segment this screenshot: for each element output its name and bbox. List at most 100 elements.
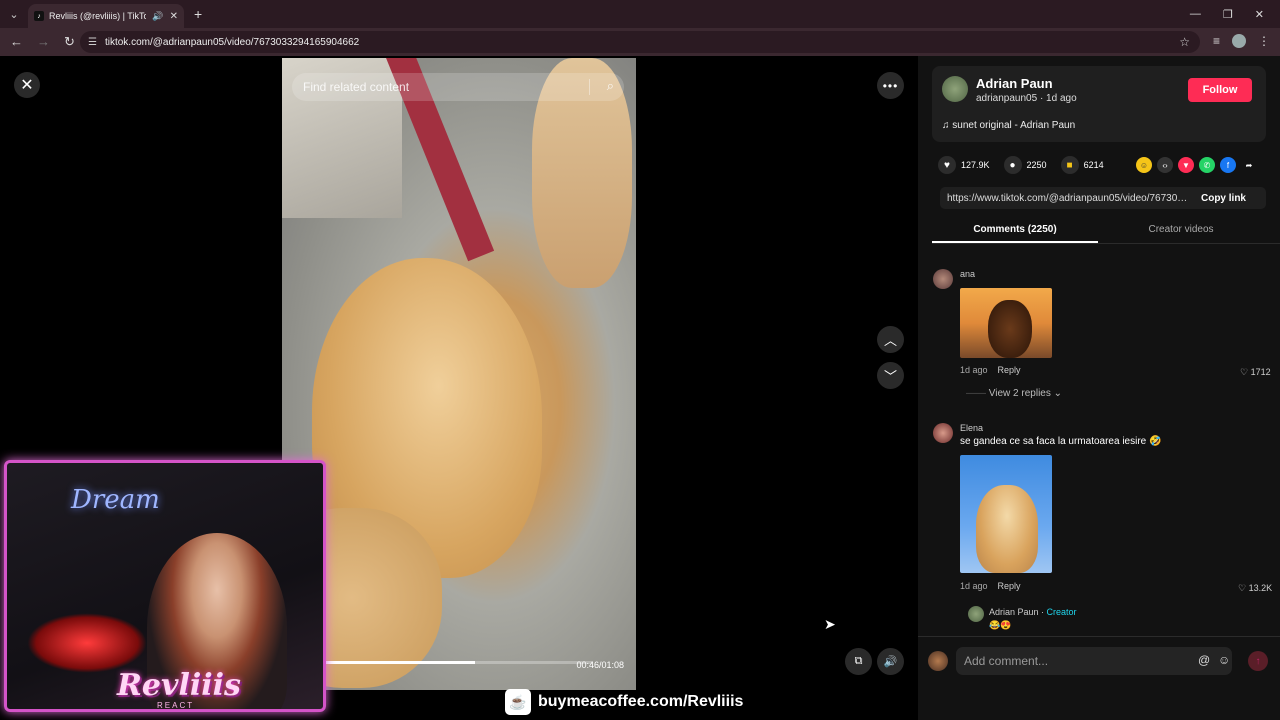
embed-icon[interactable]: ‹› — [1157, 157, 1173, 173]
repost-icon[interactable]: ☺ — [1136, 157, 1152, 173]
user-avatar[interactable] — [928, 651, 948, 671]
more-icon: ••• — [882, 78, 899, 93]
minimize-icon[interactable]: — — [1190, 8, 1201, 21]
share-icons: ☺ ‹› ▼ ✆ f ➦ — [1136, 157, 1257, 173]
nav-buttons: ← → ↻ — [0, 34, 80, 50]
comment-like[interactable]: ♡ 1712 — [1240, 367, 1271, 378]
comment-input[interactable]: Add comment... — [956, 647, 1232, 675]
new-tab-icon[interactable]: + — [194, 6, 202, 22]
banner-text: buymeacoffee.com/Revliiis — [538, 693, 744, 710]
details-panel: Adrian Paun adrianpaun05 · 1d ago Follow… — [918, 56, 1280, 720]
view-replies-label: View 2 replies — [988, 388, 1051, 399]
search-icon[interactable]: ⌕ — [607, 78, 614, 94]
comment-stat[interactable]: ● 2250 — [1003, 156, 1047, 174]
volume-icon: 🔊 — [883, 656, 898, 668]
comment-like-count: 13.2K — [1248, 583, 1273, 593]
comment-image-dog — [988, 300, 1032, 358]
more-options-button[interactable]: ••• — [877, 72, 904, 99]
microphone-light — [27, 613, 147, 673]
address-bar-row: ← → ↻ ☰ tiktok.com/@adrianpaun05/video/7… — [0, 28, 1280, 56]
stream-brand-sub: REACT — [157, 701, 195, 710]
comment-composer: Add comment... @ ☺ ↑ — [918, 636, 1280, 686]
save-stat[interactable]: ■ 6214 — [1060, 156, 1104, 174]
audio-icon[interactable]: 🔊 — [152, 11, 163, 22]
comment-avatar[interactable] — [933, 423, 953, 443]
profile-avatar[interactable] — [1232, 34, 1246, 48]
comment-time: 1d ago — [960, 365, 988, 375]
reply-button[interactable]: Reply — [998, 365, 1021, 375]
comment-count: 2250 — [1026, 160, 1047, 170]
music-title: sunet original - Adrian Paun — [952, 120, 1076, 131]
author-handle: adrianpaun05 · 1d ago — [976, 93, 1077, 104]
neon-sign: Dream — [71, 485, 160, 515]
bookmark-star-icon[interactable]: ☆ — [1179, 35, 1190, 49]
tab-creator-videos[interactable]: Creator videos — [1098, 218, 1264, 243]
music-info[interactable]: ♫ sunet original - Adrian Paun — [942, 120, 1075, 131]
view-replies-button[interactable]: —— View 2 replies ⌄ — [966, 388, 1062, 399]
tiktok-favicon-icon: ♪ — [34, 11, 44, 21]
engagement-stats: ♥ 127.9K ● 2250 ■ 6214 — [938, 156, 1118, 174]
url-text[interactable]: tiktok.com/@adrianpaun05/video/767303329… — [105, 37, 359, 48]
comment-avatar[interactable] — [933, 269, 953, 289]
comment-image[interactable] — [960, 455, 1052, 573]
comment-username[interactable]: Elena — [960, 423, 983, 433]
replies-divider: —— — [966, 388, 989, 399]
share-link-url[interactable]: https://www.tiktok.com/@adrianpaun05/vid… — [940, 193, 1190, 204]
media-control-icon[interactable]: ≡ — [1213, 34, 1220, 48]
find-related-search[interactable]: Find related content ⌕ — [292, 73, 624, 101]
emoji-icon[interactable]: ☺ — [1218, 653, 1230, 667]
tab-close-icon[interactable]: ✕ — [170, 11, 178, 22]
copy-link-button[interactable]: Copy link — [1201, 193, 1266, 204]
address-bar[interactable]: ☰ tiktok.com/@adrianpaun05/video/7673033… — [80, 31, 1200, 53]
follow-button[interactable]: Follow — [1188, 78, 1252, 102]
site-info-icon[interactable]: ☰ — [88, 37, 97, 48]
like-count: 127.9K — [961, 160, 990, 170]
picture-in-picture-button[interactable]: ⧉ — [845, 648, 872, 675]
share-arrow-icon[interactable]: ➦ — [1241, 157, 1257, 173]
heart-outline-icon: ♡ — [1240, 367, 1251, 377]
comment-icon: ● — [1003, 156, 1022, 174]
menu-icon[interactable]: ⋮ — [1258, 34, 1270, 48]
save-count: 6214 — [1083, 160, 1104, 170]
stream-brand-logo: Revliiis — [117, 668, 241, 703]
comment-username[interactable]: ana — [960, 269, 975, 279]
back-icon[interactable]: ← — [10, 34, 23, 50]
tab-comments[interactable]: Comments (2250) — [932, 218, 1098, 243]
music-note-icon: ♫ — [942, 120, 953, 131]
browser-tab[interactable]: ♪ Revliiis (@revliiis) | TikTok 🔊 ✕ — [28, 4, 184, 28]
reply-author[interactable]: Adrian Paun · Creator — [989, 607, 1077, 617]
creator-badge: Creator — [1046, 607, 1077, 617]
close-icon: ✕ — [20, 77, 34, 94]
reload-icon[interactable]: ↻ — [64, 34, 75, 50]
next-video-button[interactable]: ﹀ — [877, 362, 904, 389]
author-avatar[interactable] — [942, 76, 968, 102]
heart-icon: ♥ — [938, 156, 956, 174]
close-viewer-button[interactable]: ✕ — [14, 72, 40, 98]
facebook-icon[interactable]: f — [1220, 157, 1236, 173]
video-player[interactable]: Find related content ⌕ 00:46/01:08 — [282, 58, 636, 690]
send-icon[interactable]: ▼ — [1178, 157, 1194, 173]
video-progress-bar[interactable] — [326, 661, 592, 664]
previous-video-button[interactable]: ︿ — [877, 326, 904, 353]
comment-text: se gandea ce sa faca la urmatoarea iesir… — [960, 436, 1162, 447]
comment-image[interactable] — [960, 288, 1052, 358]
reply-avatar[interactable] — [968, 606, 984, 622]
post-comment-button[interactable]: ↑ — [1248, 651, 1268, 671]
whatsapp-icon[interactable]: ✆ — [1199, 157, 1215, 173]
donation-banner: ☕ buymeacoffee.com/Revliiis — [505, 686, 780, 718]
streamer-webcam-overlay: Dream Revliiis REACT — [4, 460, 326, 712]
comment-like[interactable]: ♡ 13.2K — [1238, 583, 1272, 594]
like-stat[interactable]: ♥ 127.9K — [938, 156, 990, 174]
forward-icon[interactable]: → — [37, 34, 50, 50]
restore-icon[interactable]: ❐ — [1223, 8, 1233, 21]
comment-time: 1d ago — [960, 581, 988, 591]
author-name[interactable]: Adrian Paun — [976, 76, 1053, 91]
mention-icon[interactable]: @ — [1198, 653, 1210, 667]
chevron-down-icon: ⌄ — [1050, 388, 1063, 399]
volume-button[interactable]: 🔊 — [877, 648, 904, 675]
tab-search-icon[interactable]: ⌄ — [0, 0, 28, 28]
reply-button[interactable]: Reply — [998, 581, 1021, 591]
window-close-icon[interactable]: ✕ — [1255, 8, 1264, 21]
video-timecode: 00:46/01:08 — [576, 660, 624, 670]
comment-meta: 1d ago Reply — [960, 365, 1021, 375]
